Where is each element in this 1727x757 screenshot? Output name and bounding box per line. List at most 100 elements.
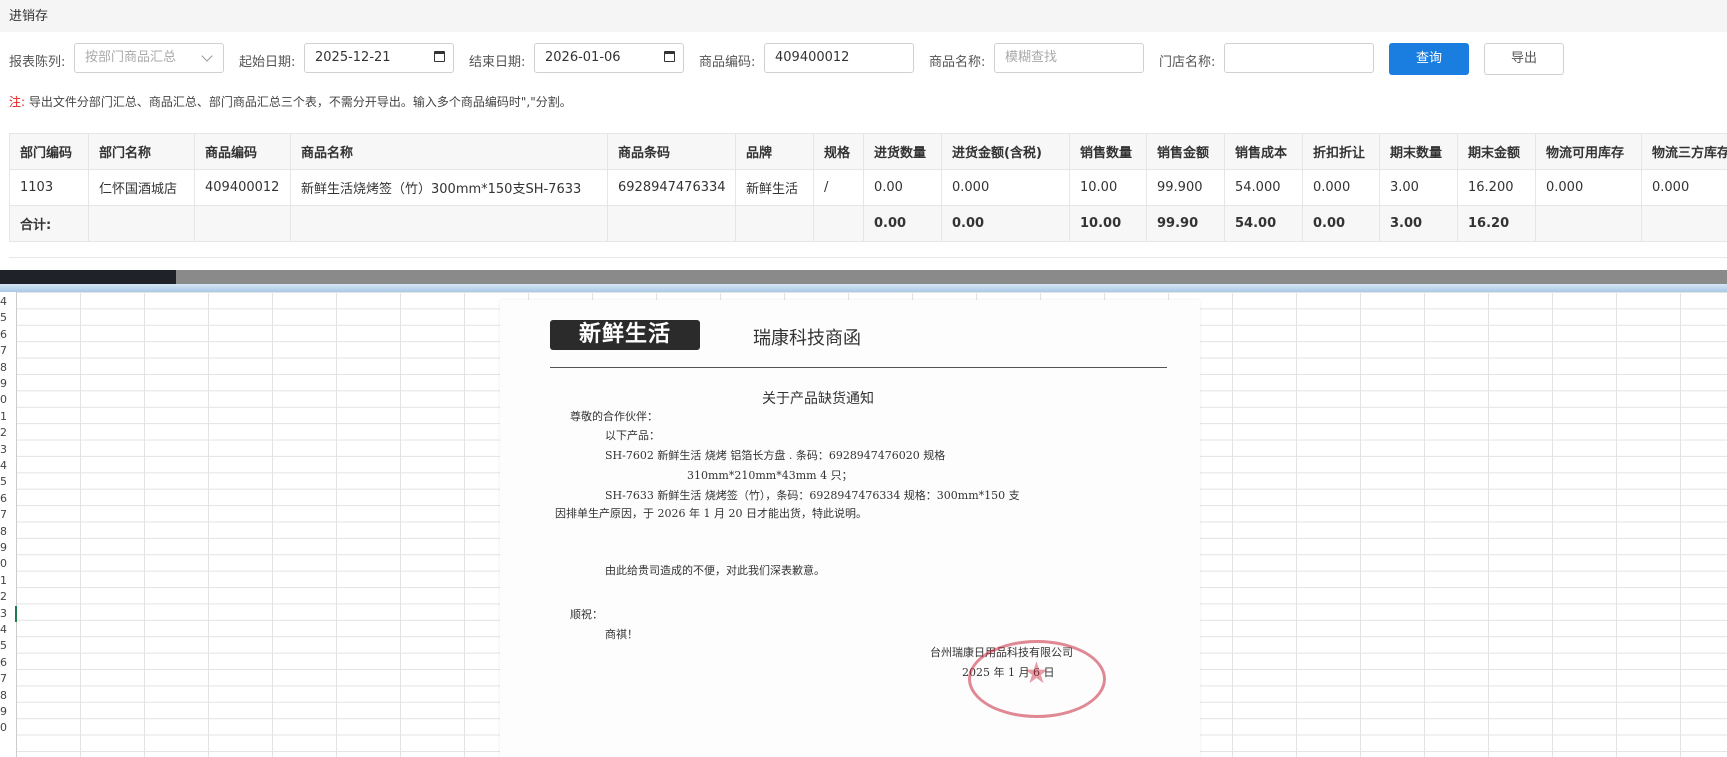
row-number[interactable]: 4 bbox=[0, 458, 15, 474]
table-cell: 新鲜生活 bbox=[735, 169, 814, 206]
report-table: 部门编码 部门名称 商品编码 商品名称 商品条码 品牌 规格 进货数量 进货金额(含税) 销售数量… bbox=[9, 133, 1727, 242]
report-select[interactable]: 按部门商品汇总 bbox=[74, 43, 224, 73]
table-cell: 新鲜生活烧烤签（竹）300mm*150支SH-7633 bbox=[290, 169, 608, 206]
row-number[interactable]: 4 bbox=[0, 622, 15, 638]
row-number[interactable]: 5 bbox=[0, 310, 15, 326]
note-text: 导出文件分部门汇总、商品汇总、部门商品汇总三个表，不需分开导出。输入多个商品编码… bbox=[28, 95, 572, 109]
total-cell: 合计: bbox=[9, 205, 89, 242]
row-number[interactable]: 6 bbox=[0, 327, 15, 343]
row-number[interactable]: 2 bbox=[0, 589, 15, 605]
column-header: 品牌 bbox=[735, 133, 814, 170]
row-number[interactable]: 9 bbox=[0, 540, 15, 556]
chevron-down-icon bbox=[201, 50, 213, 62]
column-header: 进货金额(含税) bbox=[941, 133, 1070, 170]
row-number[interactable]: 5 bbox=[0, 638, 15, 654]
column-header: 期末数量 bbox=[1379, 133, 1458, 170]
column-header: 销售金额 bbox=[1146, 133, 1225, 170]
row-number[interactable]: 1 bbox=[0, 409, 15, 425]
end-date-label: 结束日期: bbox=[469, 55, 526, 70]
row-number[interactable]: 8 bbox=[0, 524, 15, 540]
row-number[interactable]: 8 bbox=[0, 360, 15, 376]
product-name-label: 商品名称: bbox=[929, 55, 986, 70]
letter-closing: 顺祝： bbox=[570, 608, 603, 621]
company-seal-stamp: ★ bbox=[968, 640, 1106, 718]
column-header: 物流可用库存 bbox=[1535, 133, 1642, 170]
total-cell: 10.00 bbox=[1069, 205, 1147, 242]
report-table-container: 部门编码 部门名称 商品编码 商品名称 商品条码 品牌 规格 进货数量 进货金额(含税) 销售数量… bbox=[9, 133, 1727, 258]
table-cell: 0.000 bbox=[1535, 169, 1642, 206]
total-cell: 54.00 bbox=[1224, 205, 1303, 242]
product-code-input[interactable]: 409400012 bbox=[764, 43, 914, 73]
export-note: 注: 导出文件分部门汇总、商品汇总、部门商品汇总三个表，不需分开导出。输入多个商… bbox=[9, 93, 572, 110]
letter-image: 新鲜生活 瑞康科技商函 关于产品缺货通知 尊敬的合作伙伴： 以下产品： SH-7… bbox=[500, 300, 1200, 757]
row-number[interactable]: 6 bbox=[0, 655, 15, 671]
filter-bar: 报表陈列: 按部门商品汇总 起始日期: 2025-12-21 结束日期: 202… bbox=[0, 42, 1727, 76]
column-header: 期末金额 bbox=[1457, 133, 1536, 170]
table-cell: 16.200 bbox=[1457, 169, 1536, 206]
table-cell: 54.000 bbox=[1224, 169, 1303, 206]
column-header: 商品编码 bbox=[194, 133, 291, 170]
table-cell: 仁怀国酒城店 bbox=[88, 169, 195, 206]
row-number[interactable]: 0 bbox=[0, 556, 15, 572]
table-cell: 99.900 bbox=[1146, 169, 1225, 206]
star-icon: ★ bbox=[1023, 656, 1050, 691]
start-date-value: 2025-12-21 bbox=[315, 50, 391, 65]
table-row[interactable]: 1103 仁怀国酒城店 409400012 新鲜生活烧烤签（竹）300mm*150支S… bbox=[9, 169, 1727, 206]
row-number[interactable]: 5 bbox=[0, 474, 15, 490]
row-number[interactable]: 7 bbox=[0, 507, 15, 523]
row-number[interactable]: 6 bbox=[0, 491, 15, 507]
total-cell bbox=[194, 205, 291, 242]
row-number[interactable]: 0 bbox=[0, 392, 15, 408]
row-number[interactable]: 4 bbox=[0, 294, 15, 310]
product-name-input[interactable]: 模糊查找 bbox=[994, 43, 1144, 73]
store-name-input[interactable] bbox=[1224, 43, 1374, 73]
letter-title: 关于产品缺货通知 bbox=[762, 391, 874, 407]
calendar-icon[interactable] bbox=[434, 51, 445, 62]
note-prefix: 注: bbox=[9, 95, 26, 109]
start-date-input[interactable]: 2025-12-21 bbox=[304, 43, 454, 73]
row-number[interactable]: 3 bbox=[0, 605, 17, 622]
letter-line: 以下产品： bbox=[605, 429, 660, 442]
row-number[interactable]: 9 bbox=[0, 376, 15, 392]
column-header: 商品条码 bbox=[607, 133, 736, 170]
start-date-label: 起始日期: bbox=[239, 55, 296, 70]
row-number[interactable]: 7 bbox=[0, 671, 15, 687]
row-number[interactable]: 8 bbox=[0, 688, 15, 704]
letter-line: SH-7602 新鲜生活 烧烤 铝箔长方盘 . 条码：6928947476020… bbox=[605, 449, 946, 462]
spreadsheet-area[interactable]: 456789012345678901234567890 新鲜生活 瑞康科技商函 … bbox=[0, 292, 1727, 757]
horizontal-scrollbar[interactable] bbox=[0, 270, 1727, 284]
page-header: 进销存 bbox=[0, 0, 1727, 32]
brand-logo: 新鲜生活 bbox=[550, 320, 700, 350]
column-header: 销售成本 bbox=[1224, 133, 1303, 170]
total-cell bbox=[607, 205, 736, 242]
row-number[interactable]: 2 bbox=[0, 425, 15, 441]
row-number[interactable]: 1 bbox=[0, 573, 15, 589]
total-cell bbox=[1535, 205, 1642, 242]
letter-closing: 商祺！ bbox=[605, 628, 638, 641]
row-number[interactable]: 0 bbox=[0, 720, 15, 736]
letter-line: 310mm*210mm*43mm 4 只； bbox=[687, 469, 853, 482]
query-button[interactable]: 查询 bbox=[1389, 43, 1469, 75]
export-button[interactable]: 导出 bbox=[1484, 43, 1564, 75]
column-header: 物流三方库存 bbox=[1641, 133, 1727, 170]
table-cell: 6928947476334 bbox=[607, 169, 736, 206]
row-number[interactable]: 3 bbox=[0, 442, 15, 458]
letter-divider bbox=[550, 367, 1167, 368]
total-row: 合计: 0.00 0.00 10.00 99.90 54.00 0.00 3.00 16.20 bbox=[9, 205, 1727, 242]
letter-header: 瑞康科技商函 bbox=[753, 328, 861, 349]
total-cell: 3.00 bbox=[1379, 205, 1458, 242]
row-number[interactable]: 7 bbox=[0, 343, 15, 359]
row-number[interactable]: 9 bbox=[0, 704, 15, 720]
column-header: 销售数量 bbox=[1069, 133, 1147, 170]
report-select-value: 按部门商品汇总 bbox=[85, 50, 177, 65]
total-cell: 0.00 bbox=[863, 205, 942, 242]
scrollbar-thumb[interactable] bbox=[0, 270, 176, 284]
calendar-icon[interactable] bbox=[664, 51, 675, 62]
column-header: 规格 bbox=[813, 133, 864, 170]
total-cell bbox=[88, 205, 195, 242]
letter-line: 因排单生产原因，于 2026 年 1 月 20 日才能出货，特此说明。 bbox=[555, 507, 867, 520]
table-cell: 0.000 bbox=[1641, 169, 1727, 206]
table-cell: 0.000 bbox=[1302, 169, 1380, 206]
table-cell: 3.00 bbox=[1379, 169, 1458, 206]
end-date-input[interactable]: 2026-01-06 bbox=[534, 43, 684, 73]
